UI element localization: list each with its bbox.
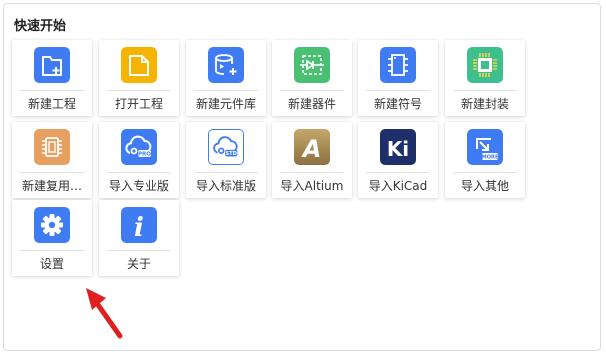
- settings-button[interactable]: 设置: [12, 200, 92, 276]
- import-altium-button[interactable]: A 导入Altium: [272, 122, 352, 198]
- tile-label: 新建复用…: [21, 179, 82, 193]
- tile-label: 新建元件库: [195, 97, 256, 111]
- cloud-pro-icon: PRO: [121, 129, 157, 165]
- tile-divider: [366, 172, 430, 173]
- svg-text:A: A: [301, 135, 322, 163]
- reuse-block-icon: [34, 129, 70, 165]
- tile-divider: [194, 172, 258, 173]
- tile-label: 新建符号: [373, 97, 422, 111]
- open-project-button[interactable]: 打开工程: [99, 40, 179, 116]
- new-device-icon: [294, 47, 330, 83]
- gear-icon: [34, 207, 70, 243]
- svg-text:PRO: PRO: [138, 152, 151, 158]
- import-pro-button[interactable]: PRO 导入专业版: [99, 122, 179, 198]
- about-button[interactable]: i 关于: [99, 200, 179, 276]
- tile-divider: [20, 172, 84, 173]
- tile-divider: [453, 172, 517, 173]
- altium-logo-icon: A: [294, 129, 330, 165]
- new-footprint-button[interactable]: 新建封装: [445, 40, 525, 116]
- tile-divider: [20, 90, 84, 91]
- tile-label: 导入标准版: [195, 179, 256, 193]
- import-other-button[interactable]: MORE 导入其他: [445, 122, 525, 198]
- new-project-button[interactable]: 新建工程: [12, 40, 92, 116]
- footprint-icon: [467, 47, 503, 83]
- tile-label: 关于: [126, 257, 151, 271]
- tile-label: 导入其他: [460, 179, 509, 193]
- tile-divider: [280, 172, 344, 173]
- panel-title: 快速开始: [14, 19, 67, 34]
- tile-divider: [366, 90, 430, 91]
- new-symbol-button[interactable]: 新建符号: [358, 40, 438, 116]
- tile-divider: [453, 90, 517, 91]
- tile-label: 新建工程: [27, 97, 76, 111]
- import-standard-button[interactable]: STD 导入标准版: [186, 122, 266, 198]
- info-icon: i: [121, 207, 157, 243]
- tile-label: 打开工程: [114, 97, 163, 111]
- new-project-icon: [34, 47, 70, 83]
- tile-label: 设置: [39, 257, 64, 271]
- tile-label: 新建器件: [287, 97, 336, 111]
- tile-divider: [107, 90, 171, 91]
- tile-label: 导入KiCad: [368, 179, 428, 193]
- svg-text:Ki: Ki: [387, 137, 409, 161]
- tile-divider: [280, 90, 344, 91]
- tile-divider: [107, 172, 171, 173]
- component-library-icon: [208, 47, 244, 83]
- new-component-library-button[interactable]: 新建元件库: [186, 40, 266, 116]
- cloud-std-icon: STD: [208, 129, 244, 165]
- new-device-button[interactable]: 新建器件: [272, 40, 352, 116]
- folder-icon: [121, 47, 157, 83]
- symbol-icon: [380, 47, 416, 83]
- svg-text:MORE: MORE: [481, 155, 499, 161]
- tile-divider: [20, 250, 84, 251]
- kicad-logo-icon: Ki: [380, 129, 416, 165]
- import-more-icon: MORE: [467, 129, 503, 165]
- tile-label: 新建封装: [460, 97, 509, 111]
- new-reuse-block-button[interactable]: 新建复用…: [12, 122, 92, 198]
- tile-divider: [194, 90, 258, 91]
- tile-label: 导入专业版: [108, 179, 169, 193]
- svg-text:i: i: [134, 213, 144, 243]
- tile-divider: [107, 250, 171, 251]
- svg-text:STD: STD: [225, 151, 237, 157]
- import-kicad-button[interactable]: Ki 导入KiCad: [358, 122, 438, 198]
- tile-label: 导入Altium: [280, 179, 344, 193]
- red-arrow-annotation: [86, 288, 123, 339]
